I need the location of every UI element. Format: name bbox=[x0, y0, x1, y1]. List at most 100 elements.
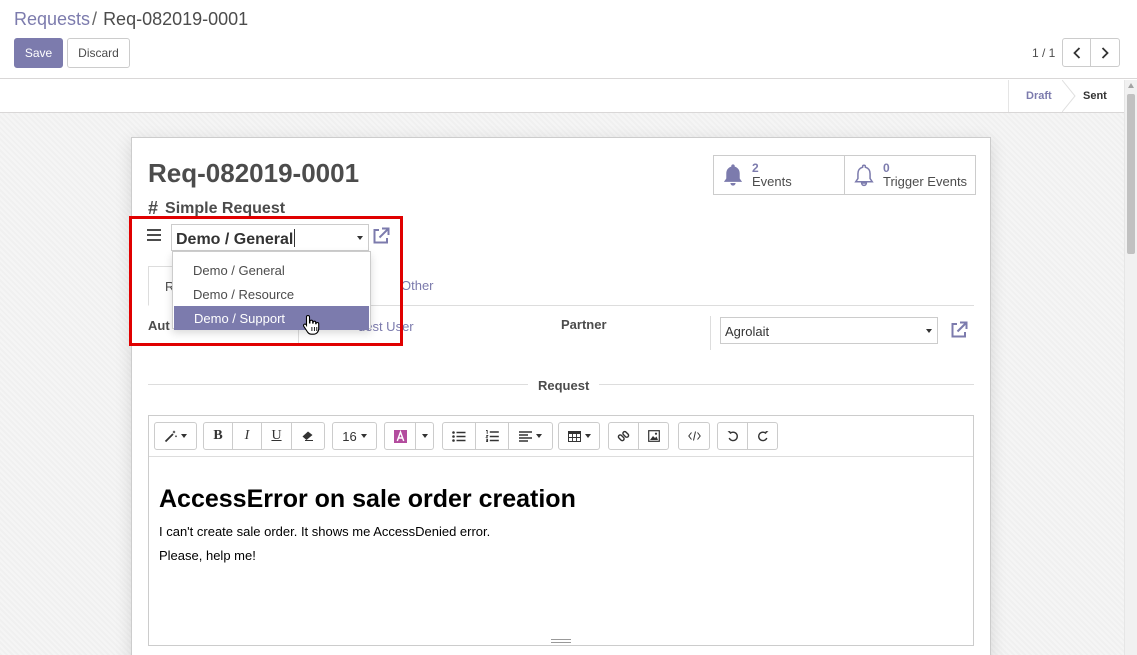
stage-draft[interactable]: Draft bbox=[1008, 80, 1070, 112]
caret-down-icon bbox=[536, 434, 542, 438]
category-dropdown: Demo / General Demo / Resource Demo / Su… bbox=[172, 251, 371, 330]
html-editor[interactable]: B I U 16 AccessError on sale order creat… bbox=[148, 415, 974, 646]
font-group: B I U bbox=[203, 422, 325, 450]
image-icon bbox=[647, 430, 660, 442]
request-type-label: Simple Request bbox=[165, 199, 286, 217]
insert-group bbox=[608, 422, 669, 450]
bell-icon bbox=[723, 164, 743, 186]
editor-toolbar: B I U 16 bbox=[149, 416, 973, 457]
category-select-value: Demo / General bbox=[176, 231, 294, 248]
bullet-list-icon bbox=[452, 430, 466, 442]
category-menu-icon bbox=[147, 229, 161, 241]
stage-sent[interactable]: Sent bbox=[1070, 80, 1124, 112]
breadcrumb-separator: / bbox=[92, 9, 98, 29]
breadcrumb-requests-link[interactable]: Requests bbox=[14, 9, 90, 29]
history-group bbox=[717, 422, 778, 450]
pager-next-button[interactable] bbox=[1091, 38, 1120, 67]
author-label: Aut bbox=[148, 318, 170, 333]
color-group bbox=[384, 422, 434, 450]
font-size-value: 16 bbox=[342, 428, 357, 444]
scroll-up-arrow[interactable] bbox=[1128, 83, 1134, 88]
editor-paragraph: I can't create sale order. It shows me A… bbox=[159, 524, 491, 539]
external-link-icon[interactable] bbox=[949, 320, 969, 340]
font-size-button[interactable]: 16 bbox=[332, 422, 377, 450]
editor-heading: AccessError on sale order creation bbox=[159, 485, 576, 513]
hash-icon: # bbox=[148, 198, 159, 218]
breadcrumb-current: Req-082019-0001 bbox=[103, 9, 249, 29]
link-icon bbox=[617, 430, 630, 441]
align-button[interactable] bbox=[508, 422, 553, 450]
style-group bbox=[154, 422, 197, 450]
pager-previous-button[interactable] bbox=[1062, 38, 1091, 67]
fontsize-group: 16 bbox=[332, 422, 377, 450]
chevron-right-icon bbox=[1101, 46, 1109, 59]
ordered-list-button[interactable] bbox=[475, 422, 509, 450]
category-option[interactable]: Demo / General bbox=[173, 258, 370, 282]
eraser-icon bbox=[302, 431, 313, 441]
align-left-icon bbox=[519, 430, 532, 442]
events-label: Events bbox=[752, 174, 792, 189]
pager-value[interactable]: 1 / 1 bbox=[1032, 46, 1055, 60]
tab-other[interactable]: Other bbox=[401, 278, 434, 293]
paragraph-group bbox=[442, 422, 553, 450]
breadcrumb: Requests / Req-082019-0001 bbox=[14, 9, 248, 30]
partner-select[interactable]: Agrolait bbox=[720, 317, 938, 344]
smart-buttons: 2 Events 0 Trigger Events bbox=[713, 155, 976, 195]
record-title: Req-082019-0001 bbox=[148, 158, 360, 188]
table-group bbox=[558, 422, 600, 450]
trigger-events-count: 0 bbox=[883, 161, 890, 175]
caret-down-icon bbox=[584, 434, 591, 438]
events-button[interactable]: 2 Events bbox=[714, 156, 845, 194]
chevron-left-icon bbox=[1072, 46, 1080, 59]
numbered-list-icon bbox=[485, 430, 499, 442]
redo-button[interactable] bbox=[747, 422, 778, 450]
italic-button[interactable]: I bbox=[232, 422, 262, 450]
table-button[interactable] bbox=[558, 422, 600, 450]
image-button[interactable] bbox=[638, 422, 669, 450]
editor-paragraph: Please, help me! bbox=[159, 548, 256, 563]
undo-icon bbox=[727, 430, 738, 442]
bell-outline-icon bbox=[854, 164, 874, 187]
trigger-events-button[interactable]: 0 Trigger Events bbox=[845, 156, 975, 194]
code-view-button[interactable] bbox=[678, 422, 710, 450]
scrollbar-thumb[interactable] bbox=[1127, 94, 1135, 254]
caret-down-icon bbox=[421, 434, 428, 438]
trigger-events-label: Trigger Events bbox=[883, 174, 968, 189]
caret-down-icon bbox=[181, 434, 187, 438]
color-dropdown-toggle[interactable] bbox=[415, 422, 434, 450]
category-option-hovered[interactable]: Demo / Support bbox=[174, 306, 369, 330]
save-button[interactable]: Save bbox=[14, 38, 63, 68]
category-select[interactable]: Demo / General bbox=[171, 224, 369, 251]
category-option[interactable]: Demo / Resource bbox=[173, 282, 370, 306]
caret-down-icon[interactable] bbox=[926, 329, 932, 333]
events-count: 2 bbox=[752, 161, 759, 175]
link-button[interactable] bbox=[608, 422, 639, 450]
clear-format-button[interactable] bbox=[291, 422, 325, 450]
underline-button[interactable]: U bbox=[261, 422, 292, 450]
editor-resize-grip[interactable] bbox=[551, 639, 571, 645]
code-icon bbox=[687, 431, 701, 441]
style-button[interactable] bbox=[154, 422, 197, 450]
request-type: # Simple Request bbox=[148, 198, 285, 219]
unordered-list-button[interactable] bbox=[442, 422, 476, 450]
discard-button[interactable]: Discard bbox=[67, 38, 130, 68]
caret-down-icon[interactable] bbox=[357, 236, 363, 240]
text-cursor bbox=[294, 229, 296, 247]
field-divider bbox=[710, 316, 711, 350]
form-sheet: Req-082019-0001 # Simple Request 2 Event… bbox=[131, 137, 991, 655]
page-scrollbar[interactable] bbox=[1124, 80, 1137, 655]
external-link-icon[interactable] bbox=[371, 226, 391, 246]
control-panel: Requests / Req-082019-0001 Save Discard 1 … bbox=[0, 0, 1137, 79]
hand-cursor-icon bbox=[302, 314, 320, 335]
redo-icon bbox=[757, 430, 768, 442]
code-group bbox=[678, 422, 710, 450]
undo-button[interactable] bbox=[717, 422, 748, 450]
bold-button[interactable]: B bbox=[203, 422, 233, 450]
color-button[interactable] bbox=[384, 422, 416, 450]
font-color-icon bbox=[393, 429, 407, 443]
status-bar: Draft Sent bbox=[0, 80, 1124, 113]
request-section-title: Request bbox=[528, 378, 600, 393]
editor-content[interactable]: AccessError on sale order creation I can… bbox=[159, 485, 959, 572]
caret-down-icon bbox=[360, 434, 367, 438]
table-icon bbox=[567, 430, 581, 442]
